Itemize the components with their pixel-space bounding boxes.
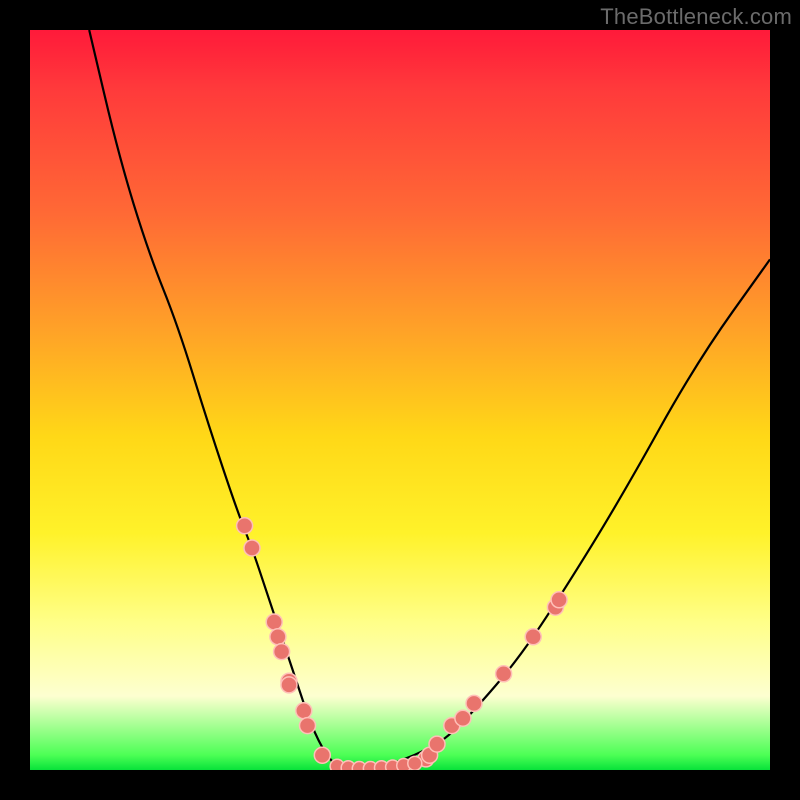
data-point (429, 736, 445, 752)
data-point (455, 710, 471, 726)
curve-svg (30, 30, 770, 770)
data-point (466, 695, 482, 711)
data-point (408, 756, 422, 770)
data-point (237, 518, 253, 534)
data-point (274, 644, 290, 660)
chart-frame: TheBottleneck.com (0, 0, 800, 800)
data-point (314, 747, 330, 763)
data-point (270, 629, 286, 645)
bottleneck-curve (89, 30, 770, 770)
data-point (300, 718, 316, 734)
data-points-left (237, 518, 331, 763)
data-point (296, 703, 312, 719)
data-point (281, 677, 297, 693)
plot-area (30, 30, 770, 770)
watermark-text: TheBottleneck.com (600, 4, 792, 30)
data-point (525, 629, 541, 645)
data-point (496, 666, 512, 682)
data-point (551, 592, 567, 608)
data-point (266, 614, 282, 630)
data-point (244, 540, 260, 556)
